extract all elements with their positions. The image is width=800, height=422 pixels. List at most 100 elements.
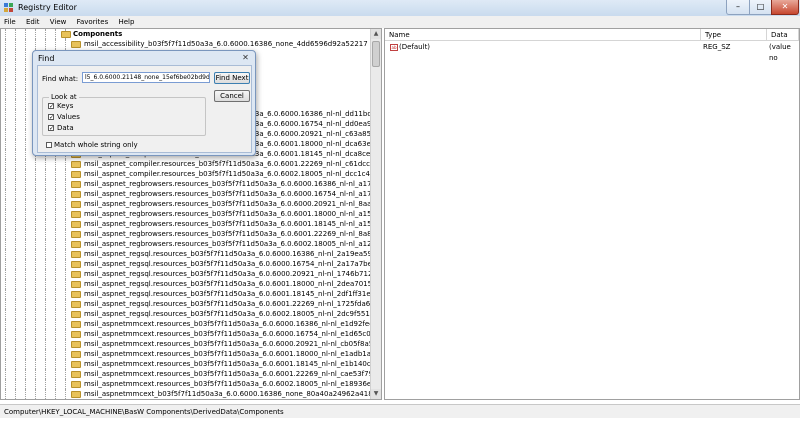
folder-icon: [71, 161, 81, 168]
values-pane[interactable]: Name Type Data ab (Default) REG_SZ (valu…: [384, 28, 800, 400]
tree-guide-line: [5, 249, 6, 259]
tree-guide-line: [5, 89, 6, 99]
tree-guide-line: [25, 179, 26, 189]
tree-guide-line: [5, 99, 6, 109]
tree-guide-line: [25, 59, 26, 69]
column-header-data[interactable]: Data: [767, 29, 799, 41]
value-row[interactable]: ab (Default) REG_SZ (value no: [385, 42, 799, 62]
tree-guide-line: [55, 319, 56, 329]
tree-guide-line: [15, 389, 16, 399]
tree-node[interactable]: msil_aspnet_regbrowsers.resources_b03f5f…: [1, 199, 381, 209]
tree-guide-line: [25, 239, 26, 249]
values-checkbox[interactable]: ✓: [48, 114, 54, 121]
find-what-label: Find what:: [42, 75, 79, 83]
folder-icon: [71, 391, 81, 398]
tree-guide-line: [15, 209, 16, 219]
tree-guide-line: [55, 339, 56, 349]
tree-guide-line: [45, 339, 46, 349]
tree-node[interactable]: msil_aspnet_regbrowsers.resources_b03f5f…: [1, 179, 381, 189]
menu-file[interactable]: File: [0, 16, 20, 26]
tree-node[interactable]: msil_aspnet_regsql.resources_b03f5f7f11d…: [1, 309, 381, 319]
scroll-thumb[interactable]: [372, 41, 380, 67]
folder-icon: [71, 171, 81, 178]
scroll-down-arrow[interactable]: ▼: [371, 389, 381, 399]
folder-icon: [71, 341, 81, 348]
tree-node[interactable]: msil_aspnet_regsql.resources_b03f5f7f11d…: [1, 279, 381, 289]
find-next-button[interactable]: Find Next: [214, 72, 250, 84]
tree-guide-line: [15, 89, 16, 99]
tree-guide-line: [25, 249, 26, 259]
tree-guide-line: [55, 29, 56, 39]
tree-guide-line: [45, 249, 46, 259]
tree-node[interactable]: msil_aspnetmmcext.resources_b03f5f7f11d5…: [1, 349, 381, 359]
match-whole-string-checkbox[interactable]: [46, 142, 52, 148]
tree-node[interactable]: msil_aspnetmmcext.resources_b03f5f7f11d5…: [1, 359, 381, 369]
menu-view[interactable]: View: [46, 16, 71, 26]
tree-guide-line: [25, 369, 26, 379]
cancel-button[interactable]: Cancel: [214, 90, 250, 102]
tree-node[interactable]: msil_aspnetmmcext.resources_b03f5f7f11d5…: [1, 339, 381, 349]
tree-node-label: Components: [73, 30, 123, 38]
tree-node[interactable]: msil_aspnet_regsql.resources_b03f5f7f11d…: [1, 259, 381, 269]
tree-guide-line: [55, 219, 56, 229]
tree-node[interactable]: msil_aspnetmmcext.resources_b03f5f7f11d5…: [1, 319, 381, 329]
tree-guide-line: [45, 179, 46, 189]
tree-guide-line: [45, 239, 46, 249]
tree-node[interactable]: msil_aspnet_regbrowsers.resources_b03f5f…: [1, 209, 381, 219]
tree-guide-line: [35, 389, 36, 399]
tree-node[interactable]: msil_aspnet_regsql.resources_b03f5f7f11d…: [1, 289, 381, 299]
tree-node[interactable]: msil_accessibility_b03f5f7f11d50a3a_6.0.…: [1, 39, 371, 49]
folder-icon: [71, 251, 81, 258]
tree-node[interactable]: msil_aspnetmmcext.resources_b03f5f7f11d5…: [1, 369, 381, 379]
tree-guide-line: [35, 349, 36, 359]
tree-guide-line: [15, 259, 16, 269]
tree-node[interactable]: msil_aspnet_regbrowsers.resources_b03f5f…: [1, 189, 381, 199]
menu-help[interactable]: Help: [114, 16, 138, 26]
tree-node-components[interactable]: Components: [1, 29, 371, 39]
tree-guide-line: [25, 149, 26, 159]
tree-guide-line: [55, 189, 56, 199]
tree-node[interactable]: msil_aspnet_compiler.resources_b03f5f7f1…: [1, 169, 381, 179]
scroll-up-arrow[interactable]: ▲: [371, 29, 381, 39]
tree-node[interactable]: msil_aspnet_compiler.resources_b03f5f7f1…: [1, 159, 381, 169]
tree-guide-line: [65, 329, 66, 339]
tree-guide-line: [55, 229, 56, 239]
tree-guide-line: [5, 229, 6, 239]
tree-guide-line: [5, 309, 6, 319]
minimize-button[interactable]: –: [726, 0, 750, 15]
tree-guide-line: [65, 309, 66, 319]
keys-checkbox[interactable]: ✓: [48, 103, 54, 110]
tree-guide-line: [45, 319, 46, 329]
tree-guide-line: [55, 199, 56, 209]
maximize-button[interactable]: □: [749, 0, 772, 15]
tree-guide-line: [35, 239, 36, 249]
column-header-name[interactable]: Name: [385, 29, 701, 41]
folder-icon: [71, 321, 81, 328]
menu-edit[interactable]: Edit: [22, 16, 44, 26]
menu-favorites[interactable]: Favorites: [73, 16, 113, 26]
tree-node[interactable]: msil_aspnet_regsql.resources_b03f5f7f11d…: [1, 269, 381, 279]
find-dialog-close-icon[interactable]: ✕: [239, 52, 252, 63]
tree-node[interactable]: msil_aspnet_regsql.resources_b03f5f7f11d…: [1, 249, 381, 259]
tree-guide-line: [45, 359, 46, 369]
close-button[interactable]: ✕: [771, 0, 799, 15]
folder-icon: [61, 31, 71, 38]
find-what-input[interactable]: l5_6.0.6000.21148_none_15ef6be02bd9d67a: [82, 72, 210, 83]
tree-guide-line: [5, 259, 6, 269]
tree-node[interactable]: msil_aspnet_regbrowsers.resources_b03f5f…: [1, 229, 381, 239]
tree-node[interactable]: msil_aspnetmmcext.resources_b03f5f7f11d5…: [1, 379, 381, 389]
tree-vertical-scrollbar[interactable]: ▲ ▼: [370, 29, 381, 399]
tree-guide-line: [15, 49, 16, 59]
tree-guide-line: [15, 79, 16, 89]
tree-node[interactable]: msil_aspnet_regsql.resources_b03f5f7f11d…: [1, 299, 381, 309]
tree-node[interactable]: msil_aspnetmmcext_b03f5f7f11d50a3a_6.0.6…: [1, 389, 377, 399]
tree-guide-line: [15, 359, 16, 369]
tree-node[interactable]: msil_aspnet_regbrowsers.resources_b03f5f…: [1, 239, 381, 249]
tree-node[interactable]: msil_aspnet_regbrowsers.resources_b03f5f…: [1, 219, 381, 229]
tree-guide-line: [65, 369, 66, 379]
folder-icon: [71, 301, 81, 308]
tree-guide-line: [5, 369, 6, 379]
data-checkbox[interactable]: ✓: [48, 125, 54, 132]
column-header-type[interactable]: Type: [701, 29, 767, 41]
tree-node[interactable]: msil_aspnetmmcext.resources_b03f5f7f11d5…: [1, 329, 381, 339]
